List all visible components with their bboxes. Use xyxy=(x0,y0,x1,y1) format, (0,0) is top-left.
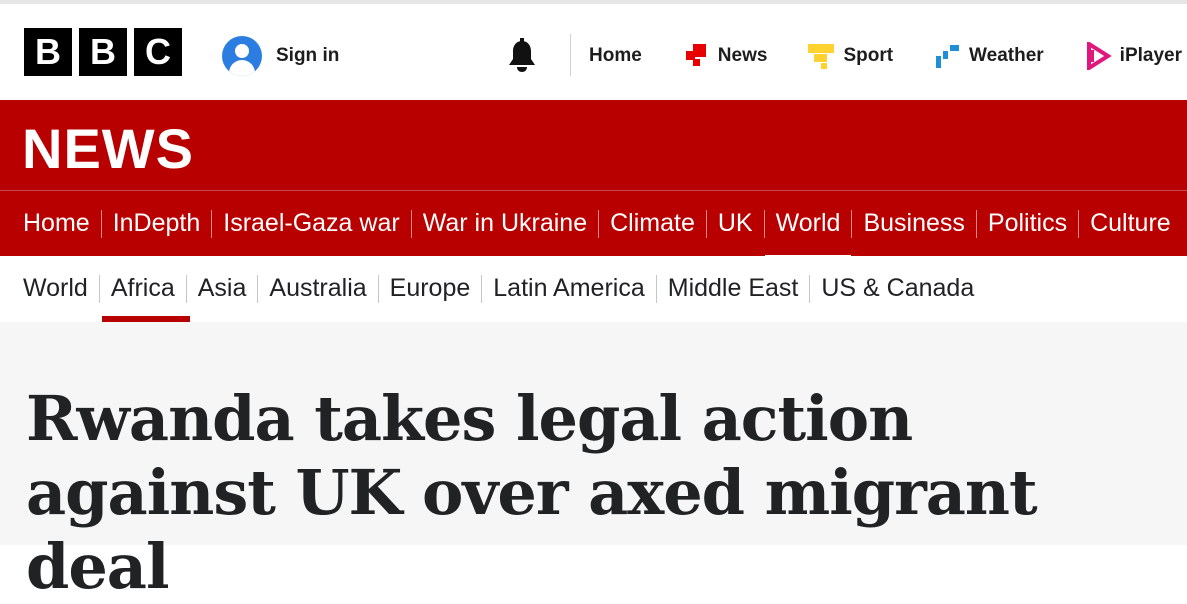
bbc-logo-letter: B xyxy=(79,28,127,76)
article-header: Rwanda takes legal action against UK ove… xyxy=(0,322,1187,603)
divider xyxy=(98,274,100,303)
divider xyxy=(257,274,259,303)
bell-icon[interactable] xyxy=(506,38,538,74)
main-nav-business[interactable]: Business xyxy=(863,209,964,238)
top-nav-iplayer-label: iPlayer xyxy=(1119,45,1182,66)
news-banner: NEWS xyxy=(0,100,1187,190)
iplayer-icon xyxy=(1084,40,1112,72)
sub-nav-asia[interactable]: Asia xyxy=(198,274,247,303)
sub-nav-africa[interactable]: Africa xyxy=(111,274,175,303)
top-nav-weather-label: Weather xyxy=(969,45,1044,66)
top-nav-sport[interactable]: Sport xyxy=(807,42,893,70)
bbc-logo[interactable]: B B C xyxy=(24,28,182,76)
main-nav-list: Home InDepth Israel-Gaza war War in Ukra… xyxy=(23,209,1171,260)
divider xyxy=(1078,209,1080,238)
divider xyxy=(185,274,187,303)
top-nav: Home News Sport Weather iPlayer xyxy=(589,40,1187,72)
divider xyxy=(377,274,379,303)
main-nav-climate[interactable]: Climate xyxy=(610,209,695,238)
main-nav-politics[interactable]: Politics xyxy=(988,209,1067,238)
top-nav-news-label: News xyxy=(717,45,768,66)
sub-nav-list: World Africa Asia Australia Europe Latin… xyxy=(23,274,974,303)
sub-nav-us-canada[interactable]: US & Canada xyxy=(821,274,974,303)
sub-nav: World Africa Asia Australia Europe Latin… xyxy=(0,256,1187,322)
main-nav-israel-gaza-war[interactable]: Israel-Gaza war xyxy=(223,209,399,238)
divider xyxy=(100,209,102,238)
divider xyxy=(705,209,707,238)
top-nav-home-label: Home xyxy=(589,45,642,66)
top-bar: B B C Sign in Home News Sport Weather iP… xyxy=(0,0,1187,100)
divider xyxy=(655,274,657,303)
sub-nav-world[interactable]: World xyxy=(23,274,88,303)
main-nav-culture[interactable]: Culture xyxy=(1090,209,1171,238)
sub-nav-australia[interactable]: Australia xyxy=(269,274,366,303)
bbc-logo-letter: B xyxy=(24,28,72,76)
divider xyxy=(570,34,571,76)
news-icon xyxy=(682,42,710,70)
top-nav-sport-label: Sport xyxy=(843,45,894,66)
divider xyxy=(410,209,412,238)
bbc-logo-letter: C xyxy=(134,28,182,76)
sub-nav-europe[interactable]: Europe xyxy=(390,274,471,303)
sub-nav-middle-east[interactable]: Middle East xyxy=(668,274,799,303)
divider xyxy=(481,274,483,303)
divider xyxy=(598,209,600,238)
news-section-title[interactable]: NEWS xyxy=(22,116,194,181)
top-nav-home[interactable]: Home xyxy=(589,45,642,67)
sub-nav-latin-america[interactable]: Latin America xyxy=(493,274,644,303)
divider xyxy=(211,209,213,238)
sport-icon xyxy=(807,42,835,70)
top-nav-news[interactable]: News xyxy=(682,42,768,70)
main-nav-world[interactable]: World xyxy=(764,209,852,260)
divider xyxy=(851,209,853,238)
top-nav-iplayer[interactable]: iPlayer xyxy=(1084,40,1182,72)
divider xyxy=(763,209,765,238)
main-nav-uk[interactable]: UK xyxy=(718,209,753,238)
main-nav-indepth[interactable]: InDepth xyxy=(113,209,201,238)
main-nav-home[interactable]: Home xyxy=(23,209,90,238)
sign-in-button[interactable]: Sign in xyxy=(222,36,339,76)
weather-icon xyxy=(933,42,961,70)
main-nav-war-in-ukraine[interactable]: War in Ukraine xyxy=(423,209,587,238)
divider xyxy=(809,274,811,303)
main-nav: Home InDepth Israel-Gaza war War in Ukra… xyxy=(0,190,1187,260)
top-nav-weather[interactable]: Weather xyxy=(933,42,1044,70)
account-icon xyxy=(222,36,262,76)
article-headline: Rwanda takes legal action against UK ove… xyxy=(26,382,1038,603)
divider xyxy=(975,209,977,238)
sign-in-label: Sign in xyxy=(276,45,340,66)
